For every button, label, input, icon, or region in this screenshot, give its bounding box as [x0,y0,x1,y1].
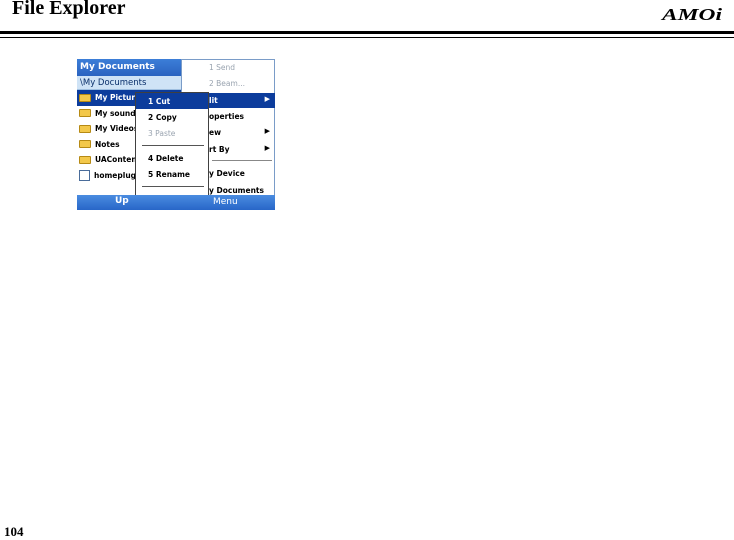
file-icon [79,169,90,181]
softkey-menu[interactable]: Menu [213,197,238,207]
folder-icon [79,140,91,149]
file-name: Notes [95,139,120,149]
menu-item-view-label: ew [209,128,222,137]
file-name: My sounds [95,108,141,118]
chevron-right-icon: ▶ [264,127,270,135]
softkey-bar: Up Menu [77,195,275,210]
folder-icon [79,109,91,118]
submenu-item-delete[interactable]: 4 Delete [136,150,208,166]
submenu-divider [142,145,204,146]
file-name: My Videos [95,124,139,134]
submenu-item-rename[interactable]: 5 Rename [136,166,208,182]
header-rule-thick [0,31,734,34]
menu-item-sort-by-label: rt By [209,145,230,154]
file-explorer-screenshot: My Documents \My Documents My Pictures M… [77,59,275,210]
menu-item-edit-label: lit [209,96,218,105]
folder-icon [79,93,91,102]
submenu-item-copy[interactable]: 2 Copy [136,109,208,125]
header-rule-thin [0,37,734,38]
amoi-logo: AMOi [661,5,723,24]
page-title: File Explorer [12,0,126,19]
folder-icon [79,155,91,164]
chevron-right-icon: ▶ [264,95,270,103]
submenu-divider [142,186,204,187]
path-dropdown[interactable]: \My Documents [77,76,182,90]
edit-submenu: 1 Cut 2 Copy 3 Paste 4 Delete 5 Rename 6… [135,92,209,210]
menu-item-send[interactable]: 1 Send [182,60,275,75]
page-number: 104 [4,524,24,539]
svg-text:AMOi: AMOi [661,5,723,24]
menu-divider [212,160,272,161]
submenu-item-cut[interactable]: 1 Cut [136,93,208,109]
menu-item-beam[interactable]: 2 Beam... [182,76,275,91]
submenu-item-paste[interactable]: 3 Paste [136,125,208,141]
softkey-up[interactable]: Up [115,196,129,206]
folder-icon [79,124,91,133]
chevron-right-icon: ▶ [264,144,270,152]
